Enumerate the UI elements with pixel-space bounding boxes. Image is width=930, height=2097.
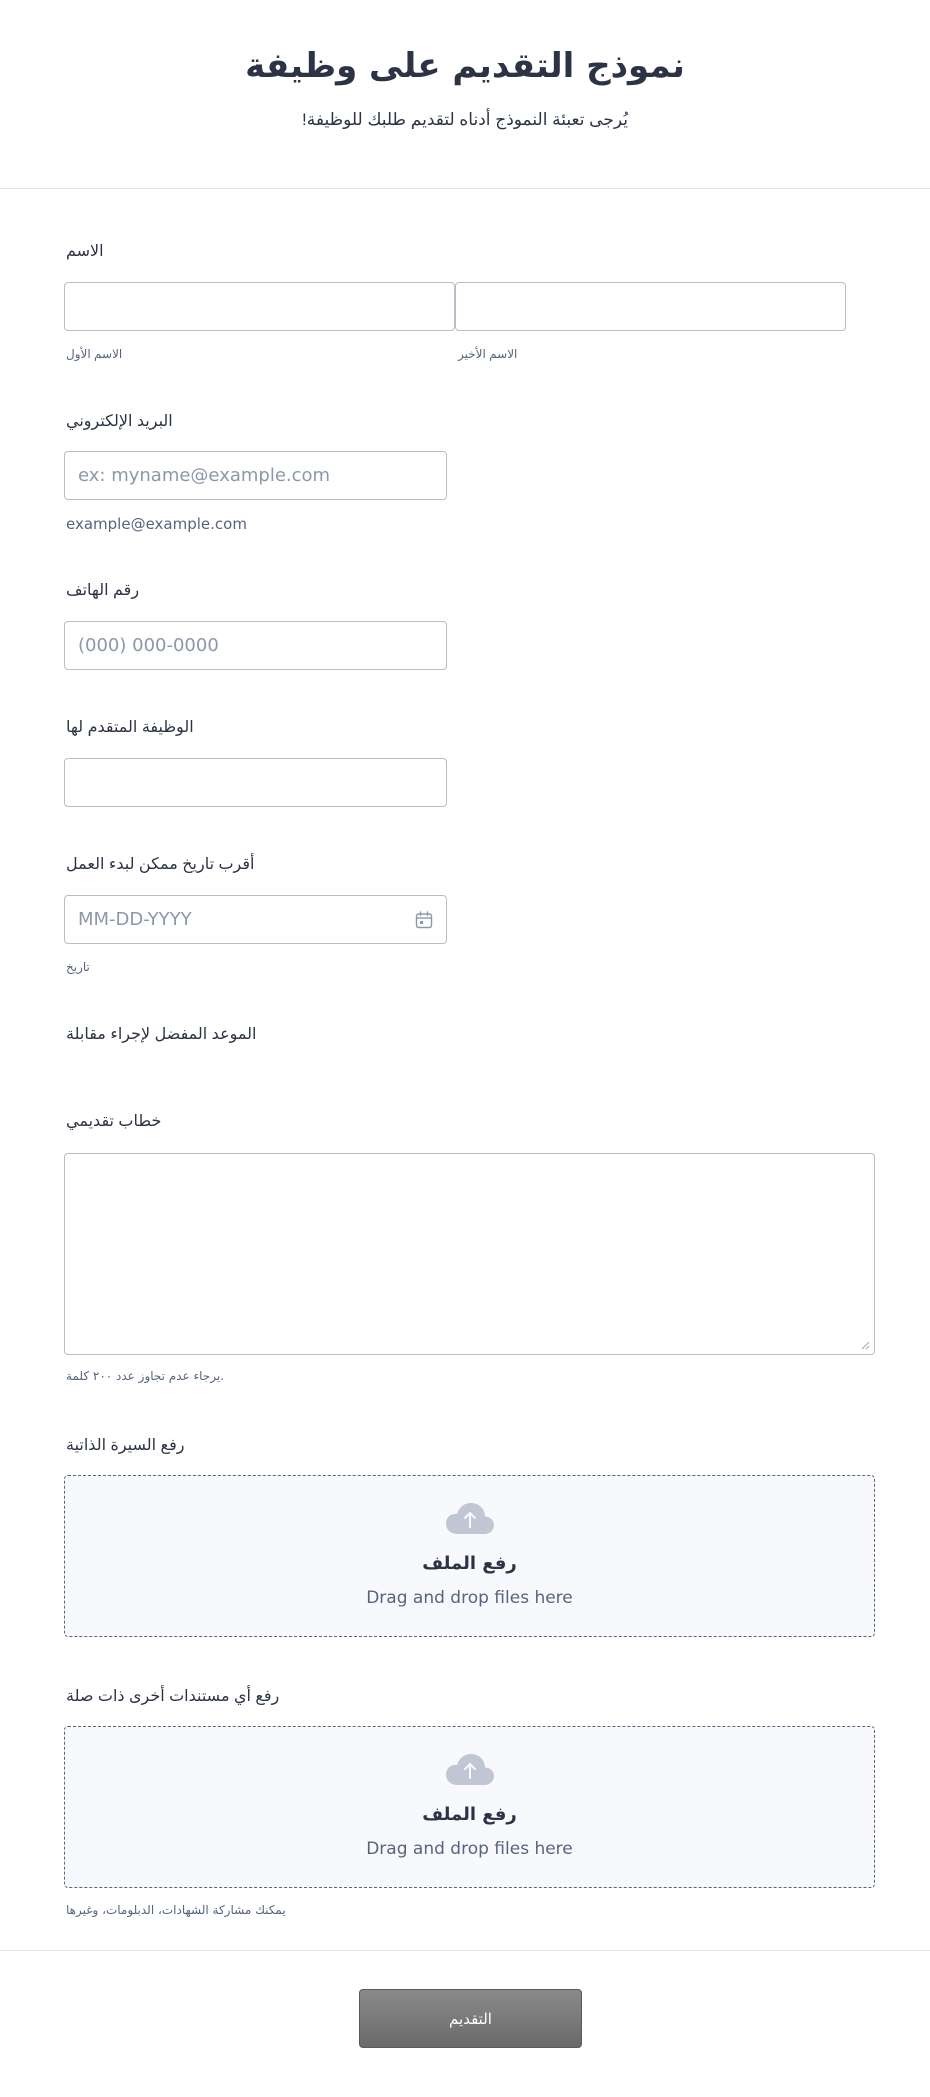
footer-divider <box>0 1950 930 1951</box>
docs-upload-dropzone[interactable]: رفع الملف Drag and drop files here <box>64 1726 875 1888</box>
last-name-input[interactable] <box>456 283 845 330</box>
resize-handle-icon[interactable] <box>861 1341 870 1350</box>
last-name-field[interactable] <box>455 282 846 331</box>
cv-upload-dropzone[interactable]: رفع الملف Drag and drop files here <box>64 1475 875 1637</box>
first-name-field[interactable] <box>64 282 455 331</box>
interview-label: الموعد المفضل لإجراء مقابلة <box>66 1026 257 1043</box>
docs-upload-label: رفع أي مستندات أخرى ذات صلة <box>66 1688 280 1705</box>
cover-letter-label: خطاب تقديمي <box>66 1113 162 1130</box>
cloud-upload-icon <box>446 1754 494 1785</box>
start-date-field[interactable] <box>64 895 447 944</box>
position-input[interactable] <box>65 759 446 806</box>
email-label: البريد الإلكتروني <box>66 413 173 430</box>
start-date-label: أقرب تاريخ ممكن لبدء العمل <box>66 856 255 873</box>
phone-input[interactable] <box>65 622 446 669</box>
calendar-icon[interactable] <box>415 911 433 929</box>
first-name-input[interactable] <box>65 283 454 330</box>
start-date-input[interactable] <box>65 896 446 943</box>
email-input[interactable] <box>65 452 446 499</box>
docs-upload-hint: يمكنك مشاركة الشهادات، الدبلومات، وغيرها <box>66 1903 286 1917</box>
phone-label: رقم الهاتف <box>66 582 140 599</box>
cloud-upload-icon <box>446 1503 494 1534</box>
submit-button[interactable]: التقديم <box>359 1989 582 2048</box>
form-subtitle: !يُرجى تعبئة النموذج أدناه لتقديم طلبك ل… <box>302 110 628 129</box>
docs-upload-title: رفع الملف <box>422 1804 517 1825</box>
name-label: الاسم <box>66 243 104 260</box>
cv-upload-subtitle: Drag and drop files here <box>366 1588 573 1608</box>
form-header: نموذج التقديم على وظيفة !يُرجى تعبئة الن… <box>0 0 930 189</box>
first-name-sublabel: الاسم الأول <box>66 347 123 361</box>
cover-letter-textarea[interactable] <box>64 1153 875 1355</box>
phone-field[interactable] <box>64 621 447 670</box>
cv-upload-title: رفع الملف <box>422 1553 517 1574</box>
form-title: نموذج التقديم على وظيفة <box>245 46 685 86</box>
cover-letter-hint: يرجاء عدم تجاوز عدد ٢٠٠ كلمة. <box>66 1369 225 1383</box>
last-name-sublabel: الاسم الأخير <box>458 347 518 361</box>
email-field[interactable] <box>64 451 447 500</box>
cv-upload-label: رفع السيرة الذاتية <box>66 1437 185 1454</box>
docs-upload-subtitle: Drag and drop files here <box>366 1839 573 1859</box>
position-label: الوظيفة المتقدم لها <box>66 719 194 736</box>
position-field[interactable] <box>64 758 447 807</box>
email-hint: example@example.com <box>66 515 247 533</box>
start-date-sublabel: تاريخ <box>66 960 90 974</box>
